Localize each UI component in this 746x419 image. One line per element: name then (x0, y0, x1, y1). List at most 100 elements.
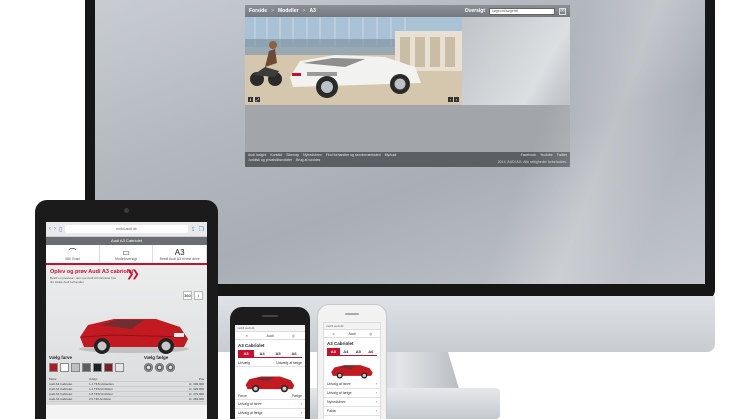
list-item-label: Nyhedsbrev (327, 400, 346, 404)
footer-link-cookies[interactable]: Brug af cookies (296, 158, 320, 162)
speaker-grille (345, 313, 359, 315)
color-swatch[interactable] (49, 363, 58, 372)
desktop-search-input[interactable]: søgeord/søgefelt (489, 7, 555, 15)
table-cell: 1.4 TFSI Attraction (89, 382, 114, 386)
rim-options (144, 363, 175, 372)
list-item[interactable]: Fakta › (324, 407, 380, 416)
phone-nav: ≡ Audi ◎ (235, 332, 305, 340)
chevron-right-icon[interactable]: ❯❯ (126, 269, 140, 280)
list-item[interactable]: Udvalg af farve › (324, 380, 380, 389)
ipad-url-field[interactable]: mobil.audi.dk (65, 225, 188, 233)
share-icon[interactable]: ✉ (559, 7, 566, 15)
color-swatch[interactable] (104, 363, 113, 372)
tab-a4[interactable]: A4 (254, 350, 270, 357)
option-row[interactable]: Udvælg Udvælg af fælge (235, 360, 305, 367)
footer-link-sitemap[interactable]: Sitemap (286, 153, 299, 157)
table-cell: Motor (49, 377, 57, 381)
model-tabs: A3 A4 A5 A6 (238, 350, 302, 358)
forward-icon[interactable]: › (54, 226, 56, 232)
rim-option[interactable] (166, 363, 175, 372)
tab-models[interactable]: ▭ Modeloversigt (100, 245, 154, 263)
table-cell: 1.8 TFSI Ambition (89, 392, 113, 396)
rim-option[interactable] (144, 363, 153, 372)
menu-icon[interactable]: ≡ (324, 330, 343, 337)
list-item[interactable]: Udvalg af farve › (235, 400, 305, 409)
tabs-icon[interactable]: ❐ (199, 226, 204, 233)
models-icon: ▭ (122, 247, 130, 257)
ipad-subtext: Bestil en prøvetur i den nye Audi A3 Cab… (50, 276, 117, 284)
back-icon[interactable]: ‹ (49, 226, 51, 232)
red-cabriolet-image (79, 319, 189, 354)
footer-link-myaudi[interactable]: MyAudi (385, 153, 397, 157)
list-item-label: Udvalg af fælge (238, 411, 263, 415)
youtube-link[interactable]: Youtube (540, 153, 553, 157)
color-swatch[interactable] (82, 363, 91, 372)
footer-link-contact[interactable]: Kontakt (270, 153, 282, 157)
tab-a5[interactable]: A5 (270, 350, 286, 357)
footer-link-insight[interactable]: Audi Insight (248, 153, 266, 157)
pause-icon[interactable]: ‖ (248, 97, 253, 102)
next-arrow-icon[interactable]: › (454, 97, 459, 102)
twitter-link[interactable]: Twitter (557, 153, 567, 157)
audi-rings-icon[interactable]: ◎ (361, 330, 380, 337)
color-swatches (49, 363, 124, 372)
phone-url-bar[interactable]: mobil.audi.dk (235, 325, 305, 332)
tab-a3[interactable]: A3 (327, 348, 340, 355)
table-cell: kr. 469.900 (189, 397, 204, 401)
breadcrumb-item-home[interactable]: Forside (249, 8, 267, 14)
chevron-right-icon: › (300, 411, 302, 415)
color-swatch[interactable] (115, 363, 124, 372)
overview-link[interactable]: Oversigt (465, 8, 485, 14)
car-outline-icon: ⌒ (68, 247, 77, 257)
desktop-website: Forside > Modeller > A3 Oversigt søgeord… (245, 5, 570, 167)
model-tabs: A3 A4 A5 A6 (327, 348, 377, 356)
table-cell: kr. 399.900 (189, 382, 204, 386)
facebook-link[interactable]: Facebook (521, 153, 536, 157)
option-row[interactable]: Farve Fælge (235, 393, 305, 400)
option-label: Udvælg (238, 361, 251, 365)
tab-label: 360 Grad (65, 256, 80, 261)
list-item-label: Udvalg af farve (327, 382, 351, 386)
tab-a3[interactable]: A3 Bestil Audi A3 til test drive (153, 245, 207, 263)
tab-a6[interactable]: A6 (286, 350, 302, 357)
color-swatch[interactable] (60, 363, 69, 372)
tab-a5[interactable]: A5 (352, 348, 365, 355)
list-item[interactable]: Nyhedsbrev › (324, 398, 380, 407)
copyright-text: 2014. AUDI AG. Alle rettigheder forbehol… (497, 160, 567, 164)
hero-controls: ‖ ⤢ (248, 97, 260, 102)
color-swatch[interactable] (71, 363, 80, 372)
footer-link-newsletter[interactable]: Nyhedsbrev (303, 153, 322, 157)
tab-a4[interactable]: A4 (340, 348, 353, 355)
rim-option[interactable] (155, 363, 164, 372)
chevron-right-icon: › (375, 409, 377, 413)
info-icon[interactable]: i (194, 291, 203, 300)
a3-logo: A3 (174, 247, 185, 257)
tab-a3[interactable]: A3 (238, 350, 254, 357)
prev-arrow-icon[interactable]: ‹ (448, 97, 453, 102)
rotate-360-icon[interactable]: 360 (183, 291, 192, 300)
list-item[interactable]: Udvalg af fælge › (324, 389, 380, 398)
breadcrumb-item-models[interactable]: Modeller (278, 8, 299, 14)
iphone-white-device: mobil.audi.dk ≡ Audi ◎ A3 Cabriolet A3 A… (317, 304, 387, 419)
tab-a6[interactable]: A6 (365, 348, 378, 355)
footer-link-dealer[interactable]: Find forhandler og serviceværksted (326, 153, 381, 157)
audi-rings-icon[interactable]: ◎ (282, 332, 305, 339)
fullscreen-icon[interactable]: ⤢ (255, 97, 260, 102)
tab-360[interactable]: ⌒ 360 Grad (46, 245, 100, 263)
ipad-browser-bar: ‹ › ▯ mobil.audi.dk ⇪ ❐ (46, 222, 207, 237)
red-cabriolet-image (245, 376, 295, 393)
footer-link-legal[interactable]: Juridisk og privatsiktsnotater (248, 158, 292, 162)
breadcrumb-separator: > (271, 8, 274, 14)
table-cell: Pris (198, 377, 204, 381)
list-item[interactable]: Udvalg af fælge › (235, 409, 305, 418)
phone-url-bar[interactable]: mobil.audi.dk (324, 323, 380, 330)
breadcrumb-item-a3[interactable]: A3 (309, 8, 315, 14)
menu-icon[interactable]: ≡ (235, 332, 258, 339)
share-icon[interactable]: ⇪ (191, 226, 196, 233)
bookmarks-icon[interactable]: ▯ (59, 226, 62, 233)
option-label: Fælge (292, 394, 302, 398)
color-swatch[interactable] (93, 363, 102, 372)
ipad-screen: ‹ › ▯ mobil.audi.dk ⇪ ❐ Audi A3 Cabriole… (46, 222, 207, 419)
table-row[interactable]: Audi A3 Cabriolet 2.0 TDI Ambition kr. 4… (49, 397, 204, 402)
table-cell: Audi A3 Cabriolet (49, 397, 73, 401)
